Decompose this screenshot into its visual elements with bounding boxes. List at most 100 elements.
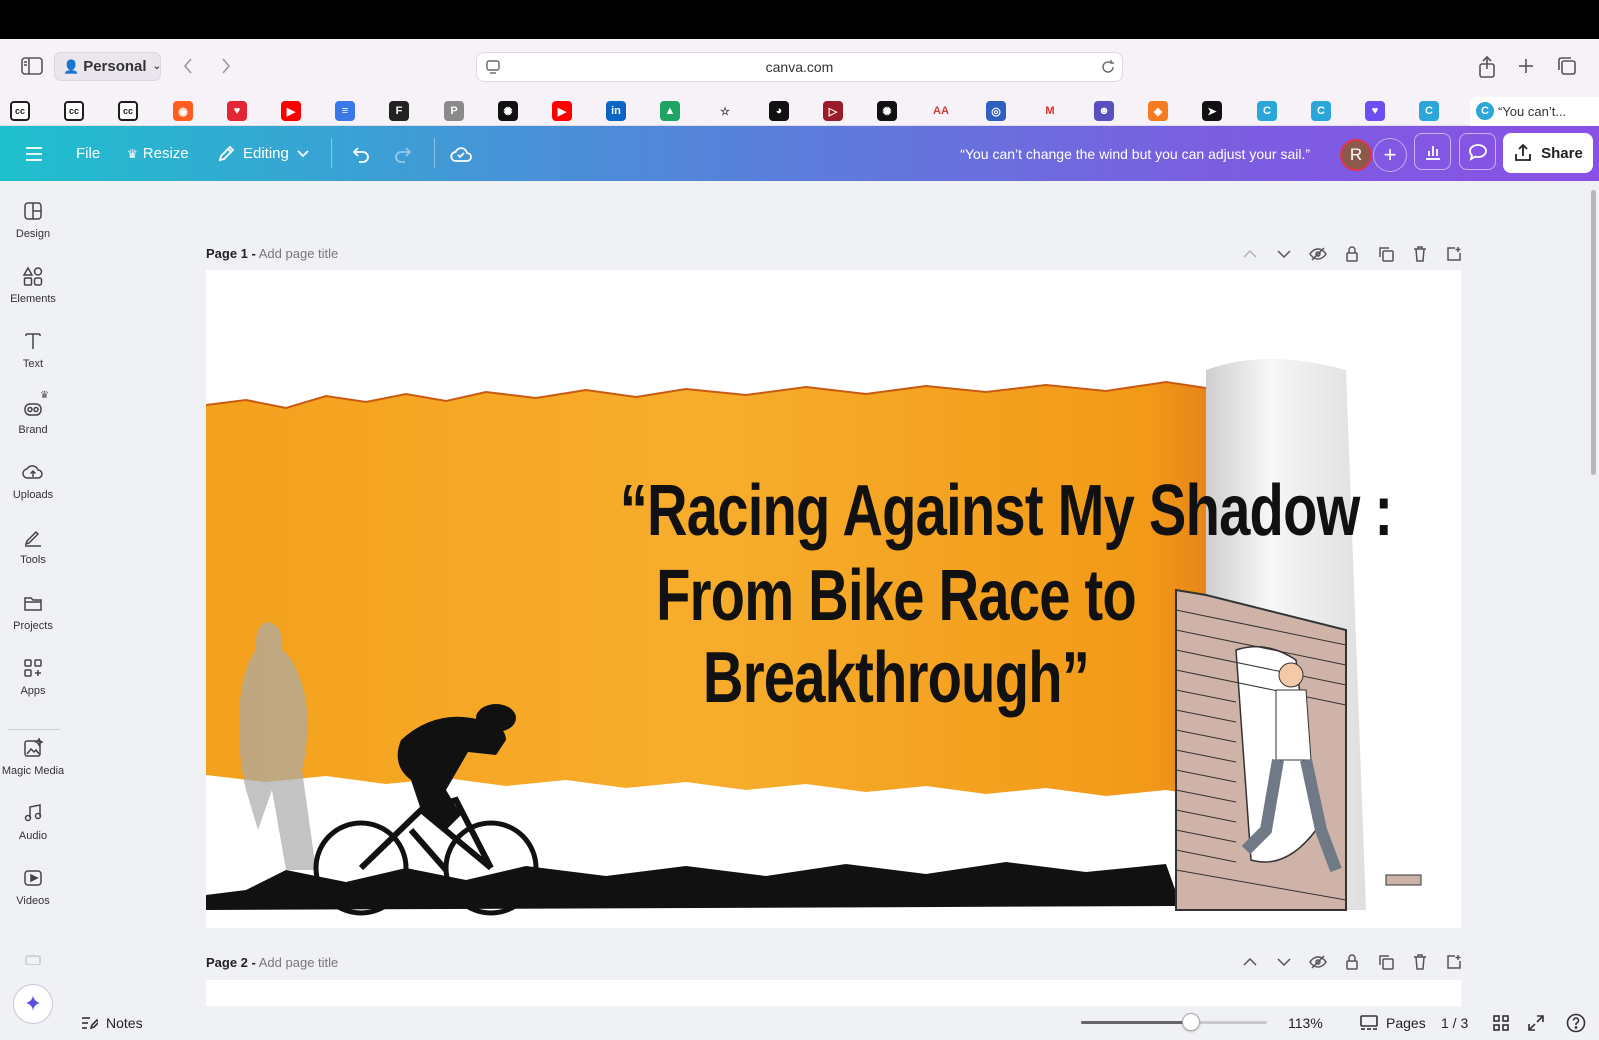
youtube-icon[interactable]: ▶ (552, 101, 572, 121)
hamburger-icon (26, 146, 42, 161)
sidebar-item-magic-media[interactable]: Magic Media (0, 737, 66, 777)
linkedin-icon[interactable]: in (606, 101, 626, 121)
system-menu-bar (0, 0, 1599, 39)
sidebar-item-brand[interactable]: Brand ♛ (0, 390, 66, 436)
docs-icon[interactable]: ≡ (335, 101, 355, 121)
uploads-icon (22, 465, 43, 479)
hide-page-icon[interactable] (1308, 244, 1328, 264)
undo-button[interactable] (350, 126, 370, 181)
page-1-title-input[interactable]: Add page title (259, 246, 339, 261)
add-page-icon[interactable] (1444, 952, 1464, 972)
github-icon[interactable]: ◕ (769, 101, 789, 121)
sidebar-item-text[interactable]: Text (0, 330, 66, 370)
move-down-icon[interactable] (1274, 244, 1294, 264)
magic-media-icon (24, 737, 44, 757)
invite-button[interactable]: + (1373, 138, 1407, 172)
cc-icon[interactable]: cc (64, 101, 84, 121)
hide-page-icon[interactable] (1308, 952, 1328, 972)
sidebar-item-elements[interactable]: Elements (0, 265, 66, 305)
sidebar-item-audio[interactable]: Audio (0, 802, 66, 842)
lock-icon[interactable] (1342, 952, 1362, 972)
tab-overview-icon[interactable] (1555, 55, 1579, 77)
telegram-icon[interactable]: ➤ (1202, 101, 1222, 121)
gmail-icon[interactable]: M (1040, 101, 1060, 121)
youtube-icon[interactable]: ▶ (281, 101, 301, 121)
headline-line-2[interactable]: From Bike Race to Breakthrough” (506, 555, 1286, 719)
save-status-button[interactable] (450, 126, 472, 181)
drive-icon[interactable]: ▲ (660, 101, 680, 121)
page-2-title-input[interactable]: Add page title (259, 955, 339, 970)
cc-icon[interactable]: cc (118, 101, 138, 121)
magic-assistant-button[interactable]: ✦ (13, 984, 53, 1024)
move-up-icon[interactable] (1240, 244, 1260, 264)
file-menu[interactable]: File (76, 126, 100, 181)
heart-chat-icon[interactable]: ♥ (1365, 101, 1385, 121)
play-icon[interactable]: ▷ (823, 101, 843, 121)
canva-icon[interactable]: C (1419, 101, 1439, 121)
star-icon[interactable]: ☆ (715, 101, 735, 121)
stack-icon[interactable]: ◈ (1148, 101, 1168, 121)
help-button[interactable] (1566, 1006, 1586, 1040)
p-icon[interactable]: P (444, 101, 464, 121)
slide-page-1[interactable]: “Racing Against My Shadow : From Bike Ra… (206, 270, 1461, 928)
duplicate-icon[interactable] (1376, 952, 1396, 972)
reload-icon[interactable] (1100, 59, 1116, 78)
move-down-icon[interactable] (1274, 952, 1294, 972)
lock-icon[interactable] (1342, 244, 1362, 264)
page-settings-icon[interactable] (485, 59, 501, 78)
f-icon[interactable]: F (389, 101, 409, 121)
circle-icon[interactable]: ◎ (986, 101, 1006, 121)
cc-icon[interactable]: cc (10, 101, 30, 121)
add-page-icon[interactable] (1444, 244, 1464, 264)
move-up-icon[interactable] (1240, 952, 1260, 972)
aa-icon[interactable]: AA (931, 101, 951, 121)
trash-icon[interactable] (1410, 244, 1430, 264)
zoom-slider-handle[interactable] (1182, 1013, 1200, 1031)
duplicate-icon[interactable] (1376, 244, 1396, 264)
sidebar-item-apps[interactable]: Apps (0, 657, 66, 697)
design-title[interactable]: “You can’t change the wind but you can a… (950, 126, 1310, 181)
avatar[interactable]: R (1340, 139, 1372, 171)
back-icon[interactable] (178, 56, 198, 76)
vertical-scrollbar[interactable] (1591, 190, 1596, 475)
grid-view-button[interactable] (1493, 1006, 1509, 1040)
sidebar-item-videos[interactable]: Videos (0, 867, 66, 907)
new-tab-icon[interactable] (1515, 55, 1537, 77)
fullscreen-button[interactable] (1528, 1006, 1544, 1040)
editing-mode-button[interactable]: Editing (217, 126, 309, 181)
pages-button[interactable]: Pages (1360, 1006, 1426, 1040)
insights-button[interactable] (1414, 133, 1451, 170)
chatgpt-icon[interactable]: ✺ (498, 101, 518, 121)
main-menu-button[interactable] (24, 126, 44, 181)
notes-button[interactable]: Notes (80, 1006, 143, 1040)
zoom-value[interactable]: 113% (1288, 1006, 1323, 1040)
page-counter: 1 / 3 (1441, 1015, 1469, 1031)
sidebar-item-label: Audio (18, 830, 48, 842)
openai-icon[interactable]: ✺ (877, 101, 897, 121)
sidebar-item-uploads[interactable]: Uploads (0, 461, 66, 501)
sidebar-item-tools[interactable]: Tools (0, 526, 66, 566)
profile-selector[interactable]: 👤 Personal ⌄ (54, 52, 161, 81)
sidebar-item-projects[interactable]: Projects (0, 592, 66, 632)
canva-icon[interactable]: C (1257, 101, 1277, 121)
active-tab[interactable]: C “You can’t... (1470, 97, 1599, 126)
expand-icon (1528, 1015, 1544, 1031)
share-icon[interactable] (1476, 55, 1498, 79)
trash-icon[interactable] (1410, 952, 1430, 972)
resize-button[interactable]: ♛ Resize (127, 126, 189, 181)
headline-line-1[interactable]: “Racing Against My Shadow : (616, 470, 1396, 552)
bot-icon[interactable]: ☻ (1094, 101, 1114, 121)
heart-icon[interactable]: ♥ (227, 101, 247, 121)
sidebar-item-design[interactable]: Design (0, 200, 66, 240)
semrush-icon[interactable]: ◉ (173, 101, 193, 121)
audio-icon (24, 804, 42, 822)
address-bar[interactable]: canva.com (476, 52, 1123, 82)
canva-icon[interactable]: C (1311, 101, 1331, 121)
redo-button[interactable] (394, 126, 414, 181)
share-button[interactable]: Share (1503, 133, 1593, 173)
page-2-header: Page 2 - Add page title (206, 955, 338, 970)
comments-button[interactable] (1459, 133, 1496, 170)
forward-icon[interactable] (216, 56, 236, 76)
page-1-tools (1240, 244, 1464, 264)
sidebar-toggle-icon[interactable] (20, 55, 44, 77)
